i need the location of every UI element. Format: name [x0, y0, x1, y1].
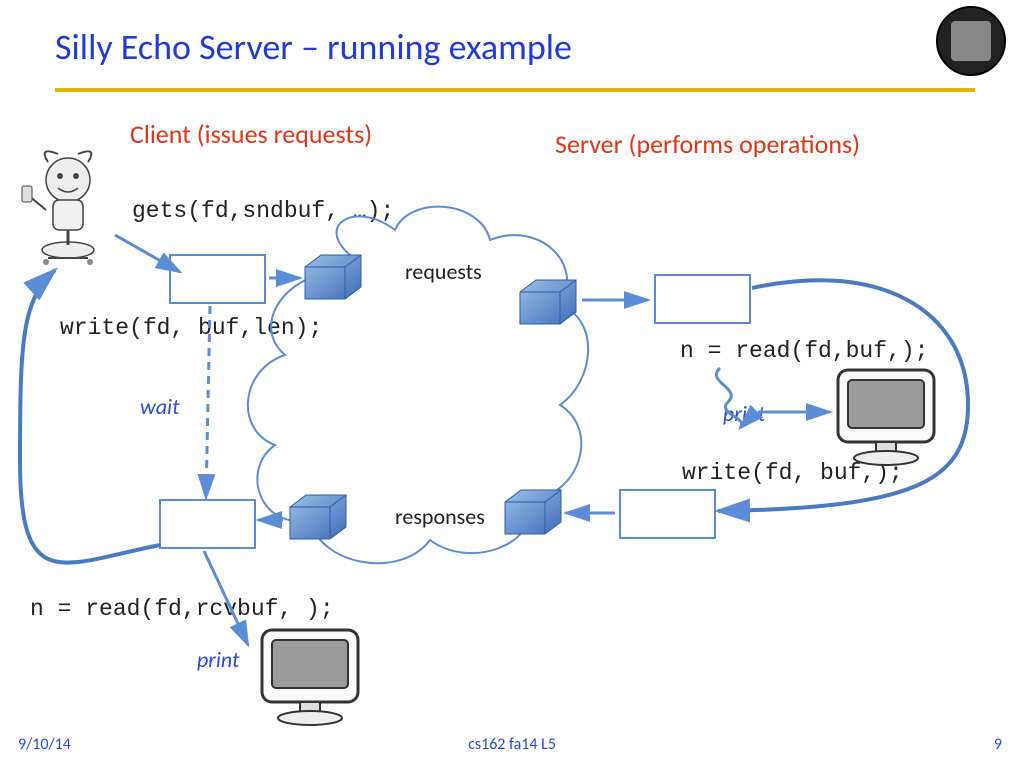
code-write-server: write(fd, buf,);	[682, 460, 903, 486]
client-heading: Client (issues requests)	[130, 118, 372, 150]
cube-icon	[505, 490, 561, 534]
responses-label: responses	[395, 503, 485, 530]
code-read-client: n = read(fd,rcvbuf, );	[30, 596, 334, 622]
title-underline	[55, 88, 975, 92]
footer-page-number: 9	[994, 735, 1002, 754]
slide-title: Silly Echo Server – running example	[55, 25, 572, 69]
wait-label: wait	[140, 393, 179, 420]
print-label-client: print	[197, 646, 239, 673]
print-label-server: print	[723, 400, 765, 427]
server-heading: Server (performs operations)	[555, 128, 860, 160]
university-seal-icon	[936, 6, 1006, 76]
cube-icon	[290, 495, 346, 539]
footer-date: 9/10/14	[18, 735, 71, 754]
monitor-icon	[262, 630, 358, 725]
code-write-client: write(fd, buf,len);	[60, 315, 322, 341]
code-read-server: n = read(fd,buf,);	[680, 338, 928, 364]
cube-icon	[520, 280, 576, 324]
code-gets: gets(fd,sndbuf, …);	[132, 198, 394, 224]
cube-icon	[305, 255, 361, 299]
client-character-icon	[18, 150, 118, 270]
requests-label: requests	[405, 258, 482, 285]
footer-course: cs162 fa14 L5	[468, 735, 556, 754]
monitor-icon	[838, 370, 934, 465]
diagram-svg	[0, 0, 1024, 768]
